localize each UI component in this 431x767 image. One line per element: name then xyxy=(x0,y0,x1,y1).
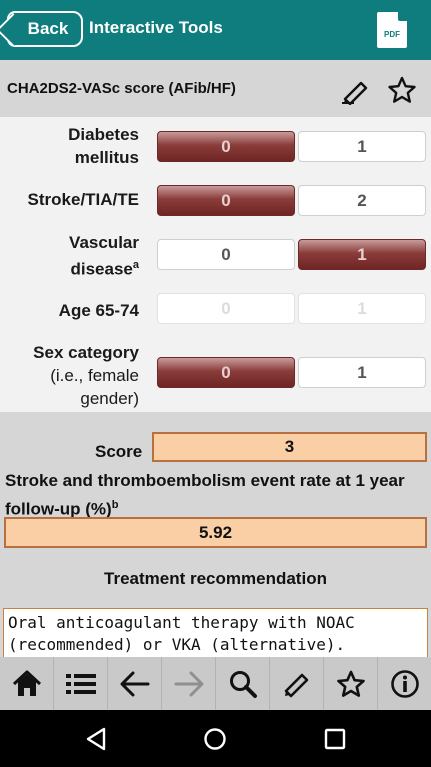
search-button[interactable] xyxy=(216,657,270,710)
back-arrow-icon xyxy=(120,671,149,696)
treatment-label: Treatment recommendation xyxy=(104,569,327,588)
home-icon xyxy=(12,670,41,696)
back-button[interactable]: Back xyxy=(7,11,83,47)
nav-back-icon[interactable] xyxy=(82,725,110,753)
home-button[interactable] xyxy=(0,657,54,710)
results-panel: Score 3 Stroke and thromboembolism event… xyxy=(0,412,431,658)
pencil-icon xyxy=(284,673,308,697)
option-1-disabled: 1 xyxy=(298,293,426,324)
option-1-selected[interactable]: 1 xyxy=(298,239,426,270)
param-label: Vascular diseasea xyxy=(69,231,139,281)
system-nav-bar xyxy=(0,710,431,767)
param-label: Diabetes mellitus xyxy=(68,123,139,169)
pencil-icon[interactable] xyxy=(341,75,371,105)
pdf-icon-label: PDF xyxy=(384,30,400,39)
favorites-button[interactable] xyxy=(324,657,378,710)
param-label-line: diseasea xyxy=(69,254,139,281)
event-rate-value: 5.92 xyxy=(4,517,427,548)
param-label-line: Diabetes xyxy=(68,125,139,144)
info-icon xyxy=(390,669,419,698)
param-label-text: disease xyxy=(70,259,133,279)
param-label-line: Sex category xyxy=(33,343,139,362)
nav-recents-icon[interactable] xyxy=(321,725,349,753)
top-bar: Back Interactive Tools PDF xyxy=(0,0,431,60)
history-back-button[interactable] xyxy=(108,657,162,710)
app-title: Interactive Tools xyxy=(89,18,223,37)
star-icon xyxy=(336,670,365,697)
info-button[interactable] xyxy=(378,657,431,710)
option-0-selected[interactable]: 0 xyxy=(157,131,295,162)
list-icon xyxy=(65,673,96,694)
score-label: Score xyxy=(95,442,143,461)
param-label-line: mellitus xyxy=(74,148,139,167)
back-button-label: Back xyxy=(27,19,69,38)
event-rate-label: Stroke and thromboembolism event rate at… xyxy=(5,469,425,522)
option-0[interactable]: 0 xyxy=(157,239,295,270)
history-forward-button xyxy=(162,657,216,710)
contents-button[interactable] xyxy=(54,657,108,710)
option-2[interactable]: 2 xyxy=(298,185,426,216)
calculator-title: CHA2DS2-VASc score (AFib/HF) xyxy=(7,80,236,97)
param-label: Age 65-74 xyxy=(58,301,139,320)
bottom-toolbar xyxy=(0,657,431,710)
event-rate-label-text: Stroke and thromboembolism event rate at… xyxy=(5,471,405,519)
score-value: 3 xyxy=(152,432,427,462)
pdf-icon[interactable]: PDF xyxy=(377,12,407,48)
param-label-line: gender) xyxy=(80,389,139,408)
parameter-list: Diabetes mellitus 0 1 Stroke/TIA/TE 0 2 … xyxy=(0,117,431,412)
option-1[interactable]: 1 xyxy=(298,357,426,388)
footnote-marker: b xyxy=(111,499,119,511)
annotate-button[interactable] xyxy=(270,657,324,710)
forward-arrow-icon xyxy=(174,671,203,696)
option-0-disabled: 0 xyxy=(157,293,295,324)
treatment-text: Oral anticoagulant therapy with NOAC (re… xyxy=(3,608,428,658)
search-icon xyxy=(229,670,257,698)
param-label-line: Vascular xyxy=(69,233,139,252)
param-label: Sex category (i.e., female gender) xyxy=(33,341,139,410)
calculator-header: CHA2DS2-VASc score (AFib/HF) xyxy=(0,60,431,117)
nav-home-icon[interactable] xyxy=(201,725,229,753)
option-0-selected[interactable]: 0 xyxy=(157,357,295,388)
star-outline-icon[interactable] xyxy=(387,75,417,105)
option-0-selected[interactable]: 0 xyxy=(157,185,295,216)
app-screen: Back Interactive Tools PDF CHA2DS2-VASc … xyxy=(0,0,431,767)
option-1[interactable]: 1 xyxy=(298,131,426,162)
param-label-line: (i.e., female xyxy=(50,366,139,385)
footnote-marker: a xyxy=(132,259,139,271)
param-label: Stroke/TIA/TE xyxy=(27,190,139,209)
